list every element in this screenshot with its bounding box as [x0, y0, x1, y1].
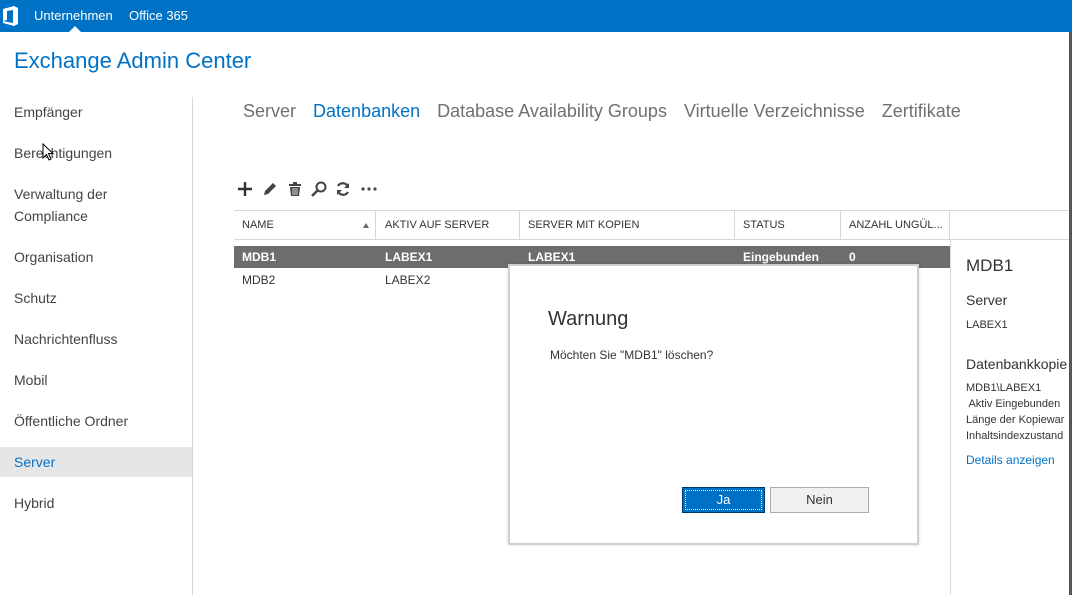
cell-active-server: LABEX1 — [385, 250, 433, 264]
column-header-server-copies[interactable]: SERVER MIT KOPIEN — [520, 211, 735, 239]
nav-item-berechtigungen[interactable]: Berechtigungen — [0, 142, 192, 164]
details-link[interactable]: Details anzeigen — [966, 453, 1055, 467]
column-header-status[interactable]: STATUS — [735, 211, 841, 239]
office-logo-icon[interactable] — [0, 4, 22, 28]
left-nav: Empfänger Berechtigungen Verwaltung der … — [0, 97, 193, 595]
nav-item-organisation[interactable]: Organisation — [0, 246, 192, 268]
cell-active-server: LABEX2 — [385, 273, 431, 287]
nav-item-oeffentliche-ordner[interactable]: Öffentliche Ordner — [0, 410, 192, 432]
add-icon[interactable] — [236, 180, 254, 198]
grid-header: NAME AKTIV AUF SERVER SERVER MIT KOPIEN … — [234, 210, 1072, 240]
yes-button[interactable]: Ja — [682, 487, 765, 513]
tab-server[interactable]: Server — [243, 101, 296, 121]
search-icon[interactable] — [310, 180, 328, 198]
details-server-value: LABEX1 — [966, 319, 1008, 331]
details-title: MDB1 — [966, 256, 1014, 275]
column-header-active-server[interactable]: AKTIV AUF SERVER — [377, 211, 520, 239]
top-bar: Unternehmen Office 365 — [0, 0, 1072, 32]
dialog-title: Warnung — [548, 308, 629, 330]
tab-virtuelle-verzeichnisse[interactable]: Virtuelle Verzeichnisse — [684, 101, 865, 121]
nav-item-server[interactable]: Server — [0, 447, 192, 477]
mouse-cursor-icon — [42, 143, 54, 161]
details-copies-label: Datenbankkopie — [966, 356, 1068, 372]
details-copy-queue: Länge der Kopiewar — [966, 414, 1065, 426]
tab-dag[interactable]: Database Availability Groups — [437, 101, 667, 121]
app-title: Exchange Admin Center — [14, 48, 252, 73]
more-icon[interactable] — [360, 180, 378, 198]
details-copy-name: MDB1\LABEX1 — [966, 382, 1042, 394]
sort-ascending-icon — [363, 223, 369, 228]
details-copy-status: Aktiv Eingebunden — [966, 398, 1061, 410]
no-button[interactable]: Nein — [770, 487, 869, 513]
active-caret — [69, 26, 81, 32]
nav-item-compliance[interactable]: Verwaltung der Compliance — [0, 183, 192, 227]
nav-item-mobil[interactable]: Mobil — [0, 369, 192, 391]
topbar-unternehmen[interactable]: Unternehmen — [34, 8, 113, 23]
topbar-office365[interactable]: Office 365 — [129, 8, 188, 23]
warning-dialog: Warnung Möchten Sie "MDB1" löschen? Ja N… — [508, 264, 919, 545]
edit-icon[interactable] — [261, 180, 279, 198]
details-pane: MDB1 Server LABEX1 Datenbankkopie MDB1\L… — [950, 240, 1072, 595]
cell-name: MDB1 — [242, 250, 277, 264]
tab-datenbanken[interactable]: Datenbanken — [313, 101, 420, 121]
column-name-label: NAME — [242, 219, 274, 231]
tab-bar: Server Datenbanken Database Availability… — [243, 101, 973, 122]
refresh-icon[interactable] — [334, 180, 352, 198]
cell-name: MDB2 — [242, 273, 276, 287]
delete-icon[interactable] — [286, 180, 304, 198]
details-index-state: Inhaltsindexzustand — [966, 430, 1064, 442]
dialog-message: Möchten Sie "MDB1" löschen? — [550, 348, 714, 362]
tab-zertifikate[interactable]: Zertifikate — [882, 101, 961, 121]
column-header-count[interactable]: ANZAHL UNGÜL... — [841, 211, 950, 239]
nav-item-empfaenger[interactable]: Empfänger — [0, 101, 192, 123]
nav-item-nachrichtenfluss[interactable]: Nachrichtenfluss — [0, 328, 192, 350]
column-header-name[interactable]: NAME — [234, 211, 376, 239]
details-server-label: Server — [966, 292, 1008, 308]
nav-item-schutz[interactable]: Schutz — [0, 287, 192, 309]
nav-item-hybrid[interactable]: Hybrid — [0, 492, 192, 514]
